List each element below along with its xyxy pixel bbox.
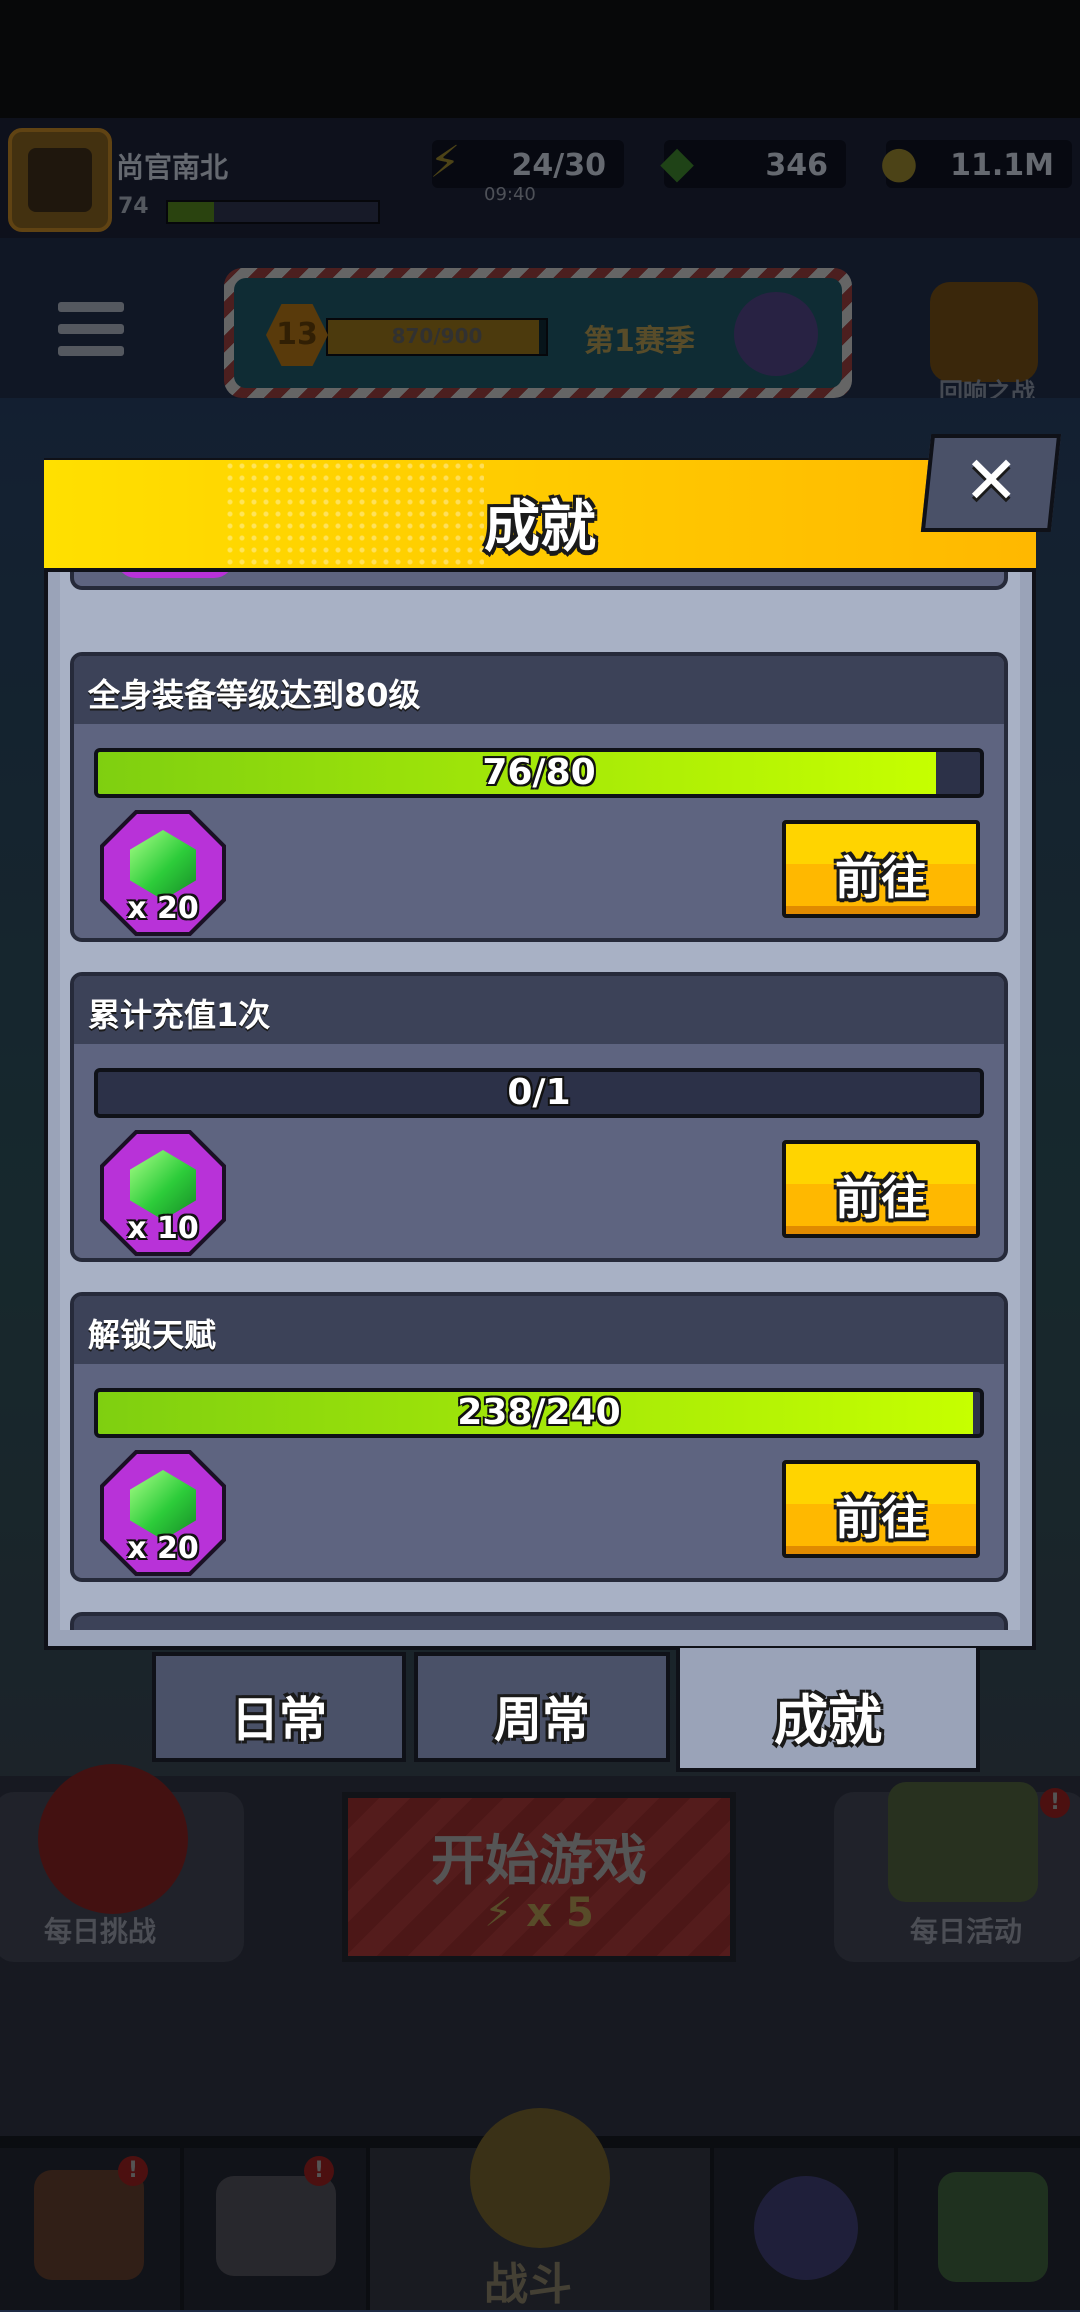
achievement-card-partial	[70, 1612, 1008, 1630]
reward-item[interactable]: x 20	[104, 814, 222, 932]
tab-achievements[interactable]: 成就	[676, 1648, 980, 1772]
progress-text: 76/80	[482, 752, 596, 793]
reward-item[interactable]: x 20	[104, 1454, 222, 1572]
card-header: 累计充值1次	[74, 976, 1004, 1044]
modal-title: 成就	[484, 495, 596, 560]
modal-header: 成就	[44, 460, 1036, 572]
green-gem-icon	[130, 830, 196, 900]
go-button-label: 前往	[835, 1171, 927, 1225]
green-gem-icon	[130, 1150, 196, 1220]
green-gem-icon	[130, 1470, 196, 1540]
achievement-list[interactable]: 全身装备等级达到80级 76/80 x 20 前往 累计充值1次 0/1 x 1…	[60, 572, 1020, 1630]
tab-label: 日常	[230, 1692, 327, 1748]
go-button-label: 前往	[835, 851, 927, 905]
achievement-card: 全身装备等级达到80级 76/80 x 20 前往	[70, 652, 1008, 942]
tab-label: 成就	[774, 1689, 882, 1752]
achievement-card-partial	[70, 572, 1008, 590]
reward-icon-partial	[116, 572, 234, 578]
go-button[interactable]: 前往	[782, 1460, 980, 1558]
tab-weekly[interactable]: 周常	[414, 1652, 670, 1762]
go-button[interactable]: 前往	[782, 820, 980, 918]
close-button[interactable]: ✕	[920, 434, 1062, 532]
go-button[interactable]: 前往	[782, 1140, 980, 1238]
card-header: 全身装备等级达到80级	[74, 656, 1004, 724]
achievement-progress-bar: 0/1	[94, 1068, 984, 1118]
achievement-card: 解锁天赋 238/240 x 20 前往	[70, 1292, 1008, 1582]
achievement-title: 解锁天赋	[88, 1316, 217, 1354]
progress-text: 0/1	[507, 1072, 571, 1113]
progress-text: 238/240	[457, 1392, 621, 1433]
achievement-progress-bar: 238/240	[94, 1388, 984, 1438]
reward-item[interactable]: x 10	[104, 1134, 222, 1252]
go-button-label: 前往	[835, 1491, 927, 1545]
tab-daily[interactable]: 日常	[152, 1652, 406, 1762]
achievement-title: 全身装备等级达到80级	[88, 676, 421, 714]
close-icon: ✕	[963, 442, 1019, 519]
tab-label: 周常	[493, 1692, 590, 1748]
achievement-title: 累计充值1次	[88, 996, 271, 1034]
achievement-progress-bar: 76/80	[94, 748, 984, 798]
achievement-card: 累计充值1次 0/1 x 10 前往	[70, 972, 1008, 1262]
card-header: 解锁天赋	[74, 1296, 1004, 1364]
